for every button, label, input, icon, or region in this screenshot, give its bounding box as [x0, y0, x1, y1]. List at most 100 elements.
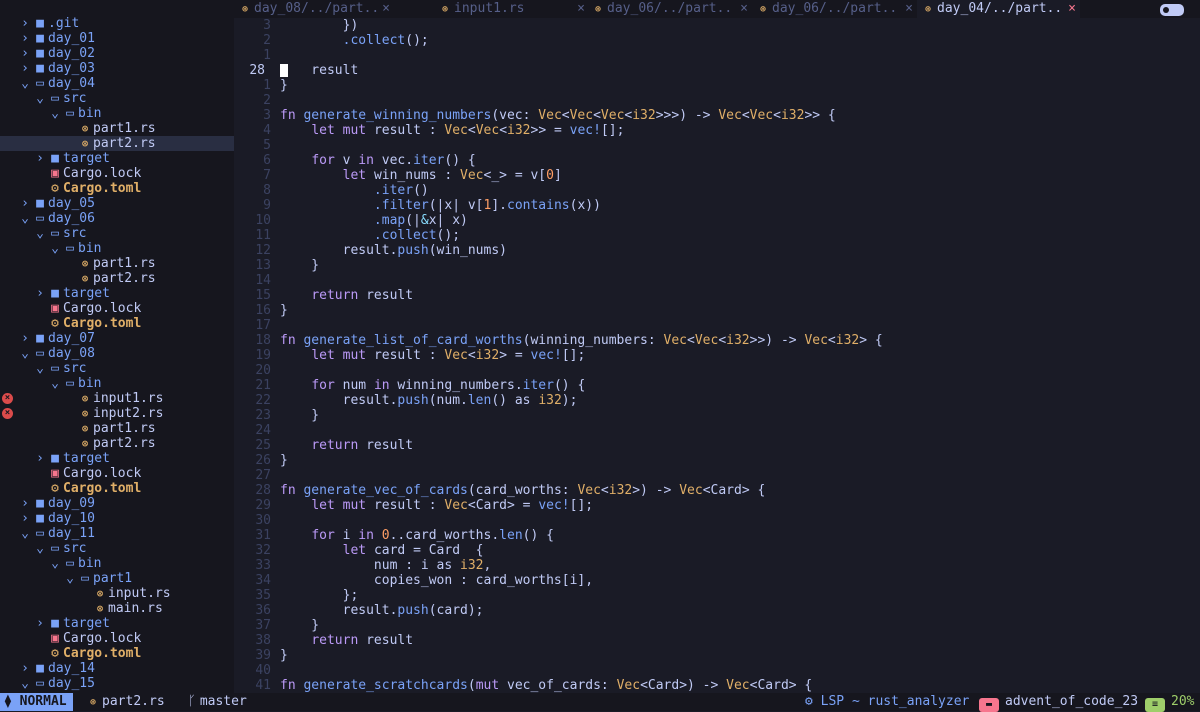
tree-folder[interactable]: ⌄ ▭ day_04: [0, 76, 234, 91]
folder-open-icon: ▭: [66, 106, 74, 121]
chevron-down-icon[interactable]: ⌄: [48, 241, 62, 256]
editor-tab[interactable]: ⊛ day_06/../part.. ×: [587, 0, 752, 18]
chevron-down-icon[interactable]: ⌄: [48, 376, 62, 391]
tree-file[interactable]: ▣ Cargo.lock: [0, 166, 234, 181]
tree-folder[interactable]: ⌄ ▭ src: [0, 541, 234, 556]
editor-tab[interactable]: ⊛ day_08/../part.. ×: [234, 0, 394, 18]
chevron-down-icon[interactable]: ⌄: [33, 361, 47, 376]
tree-folder[interactable]: ⌄ ▭ day_08: [0, 346, 234, 361]
tree-folder[interactable]: › ■ day_14: [0, 661, 234, 676]
tree-file[interactable]: ⊛ part1.rs: [0, 121, 234, 136]
tree-folder[interactable]: › ■ day_05: [0, 196, 234, 211]
tree-folder[interactable]: ⌄ ▭ bin: [0, 556, 234, 571]
close-icon[interactable]: ×: [382, 0, 390, 18]
tree-folder[interactable]: › ■ day_07: [0, 331, 234, 346]
tree-folder[interactable]: ⌄ ▭ day_11: [0, 526, 234, 541]
close-icon[interactable]: ×: [740, 0, 748, 18]
chevron-right-icon[interactable]: ›: [18, 61, 32, 76]
chevron-down-icon[interactable]: ⌄: [18, 526, 32, 541]
chevron-right-icon[interactable]: ›: [18, 16, 32, 31]
chevron-down-icon[interactable]: ⌄: [33, 541, 47, 556]
code-line: 19 let mut result : Vec<i32> = vec![];: [234, 348, 1200, 363]
tree-item-label: Cargo.lock: [63, 301, 142, 316]
editor-tab[interactable]: ⊛ input1.rs ×: [434, 0, 589, 18]
tree-folder[interactable]: › ■ day_01: [0, 31, 234, 46]
chevron-right-icon[interactable]: ›: [18, 496, 32, 511]
tree-file[interactable]: ⚙ Cargo.toml: [0, 181, 234, 196]
chevron-right-icon[interactable]: ›: [18, 31, 32, 46]
code-token: Vec: [569, 108, 594, 123]
chevron-right-icon[interactable]: ›: [33, 151, 47, 166]
tree-folder[interactable]: ⌄ ▭ bin: [0, 241, 234, 256]
rust-file-icon: ⊛: [81, 272, 89, 285]
tree-file[interactable]: ⚙ Cargo.toml: [0, 481, 234, 496]
close-icon[interactable]: ×: [1068, 0, 1076, 18]
code-editor[interactable]: 3 }) 2 .collect(); 1 28 result 1} 2 3 fn genera…: [234, 18, 1200, 693]
tree-folder[interactable]: ⌄ ▭ bin: [0, 106, 234, 121]
chevron-down-icon[interactable]: ⌄: [18, 211, 32, 226]
tree-folder[interactable]: ⌄ ▭ day_15: [0, 676, 234, 691]
toggle-icon[interactable]: [1160, 4, 1184, 16]
tree-folder[interactable]: ⌄ ▭ src: [0, 91, 234, 106]
code-token: Vec: [726, 678, 750, 693]
chevron-down-icon[interactable]: ⌄: [48, 556, 62, 571]
editor-tab[interactable]: ⊛ day_06/../part.. ×: [752, 0, 917, 18]
tree-file[interactable]: ⊛ main.rs: [0, 601, 234, 616]
tree-file[interactable]: ▣ Cargo.lock: [0, 631, 234, 646]
editor-tab[interactable]: ⊛ day_04/../part.. ×: [917, 0, 1080, 18]
tree-folder[interactable]: ⌄ ▭ src: [0, 226, 234, 241]
tree-file[interactable]: ▣ Cargo.lock: [0, 301, 234, 316]
tree-file[interactable]: × ⊛ input1.rs: [0, 391, 234, 406]
tree-file[interactable]: ⊛ part1.rs: [0, 256, 234, 271]
tree-folder[interactable]: › ■ day_10: [0, 511, 234, 526]
code-token: result.: [280, 393, 398, 408]
tree-file[interactable]: ⊛ part2.rs: [0, 271, 234, 286]
tree-file[interactable]: × ⊛ input2.rs: [0, 406, 234, 421]
chevron-right-icon[interactable]: ›: [33, 616, 47, 631]
tree-file[interactable]: ⚙ Cargo.toml: [0, 646, 234, 661]
tree-folder[interactable]: › ■ target: [0, 616, 234, 631]
tree-folder[interactable]: › ■ day_02: [0, 46, 234, 61]
chevron-down-icon[interactable]: ⌄: [18, 676, 32, 691]
chevron-right-icon[interactable]: ›: [33, 451, 47, 466]
chevron-right-icon[interactable]: ›: [33, 286, 47, 301]
tree-folder[interactable]: ⌄ ▭ src: [0, 361, 234, 376]
chevron-right-icon[interactable]: ›: [18, 331, 32, 346]
line-number: 30: [255, 513, 271, 528]
code-text: }: [280, 408, 319, 423]
tree-file[interactable]: ⚙ Cargo.toml: [0, 316, 234, 331]
chevron-right-icon[interactable]: ›: [18, 511, 32, 526]
chevron-right-icon[interactable]: ›: [18, 196, 32, 211]
tree-folder[interactable]: ⌄ ▭ day_06: [0, 211, 234, 226]
chevron-down-icon[interactable]: ⌄: [33, 91, 47, 106]
tree-folder[interactable]: › ■ target: [0, 151, 234, 166]
tree-file[interactable]: ⊛ part1.rs: [0, 421, 234, 436]
close-icon[interactable]: ×: [577, 0, 585, 18]
chevron-down-icon[interactable]: ⌄: [33, 226, 47, 241]
tree-item-label: day_06: [48, 211, 95, 226]
tree-folder[interactable]: › ■ target: [0, 286, 234, 301]
chevron-right-icon[interactable]: ›: [18, 661, 32, 676]
line-number: 14: [255, 273, 271, 288]
code-token: > =: [499, 348, 531, 363]
chevron-down-icon[interactable]: ⌄: [63, 571, 77, 586]
tree-folder[interactable]: › ■ day_09: [0, 496, 234, 511]
close-icon[interactable]: ×: [905, 0, 913, 18]
chevron-right-icon[interactable]: ›: [18, 46, 32, 61]
chevron-down-icon[interactable]: ⌄: [18, 76, 32, 91]
tree-folder[interactable]: › ■ .git: [0, 16, 234, 31]
tree-folder[interactable]: › ■ target: [0, 451, 234, 466]
tree-file[interactable]: ⊛ part2.rs: [0, 436, 234, 451]
tree-file[interactable]: ⊛ input.rs: [0, 586, 234, 601]
tree-item-label: main.rs: [108, 601, 163, 616]
tree-file[interactable]: ▣ Cargo.lock: [0, 466, 234, 481]
folder-open-icon: ▭: [36, 76, 44, 91]
tree-item-label: day_07: [48, 331, 95, 346]
tree-folder[interactable]: ⌄ ▭ part1: [0, 571, 234, 586]
chevron-down-icon[interactable]: ⌄: [48, 106, 62, 121]
tree-folder[interactable]: › ■ day_03: [0, 61, 234, 76]
code-text: for i in 0..card_worths.len() {: [280, 528, 554, 543]
tree-file[interactable]: ⊛ part2.rs: [0, 136, 234, 151]
tree-folder[interactable]: ⌄ ▭ bin: [0, 376, 234, 391]
chevron-down-icon[interactable]: ⌄: [18, 346, 32, 361]
